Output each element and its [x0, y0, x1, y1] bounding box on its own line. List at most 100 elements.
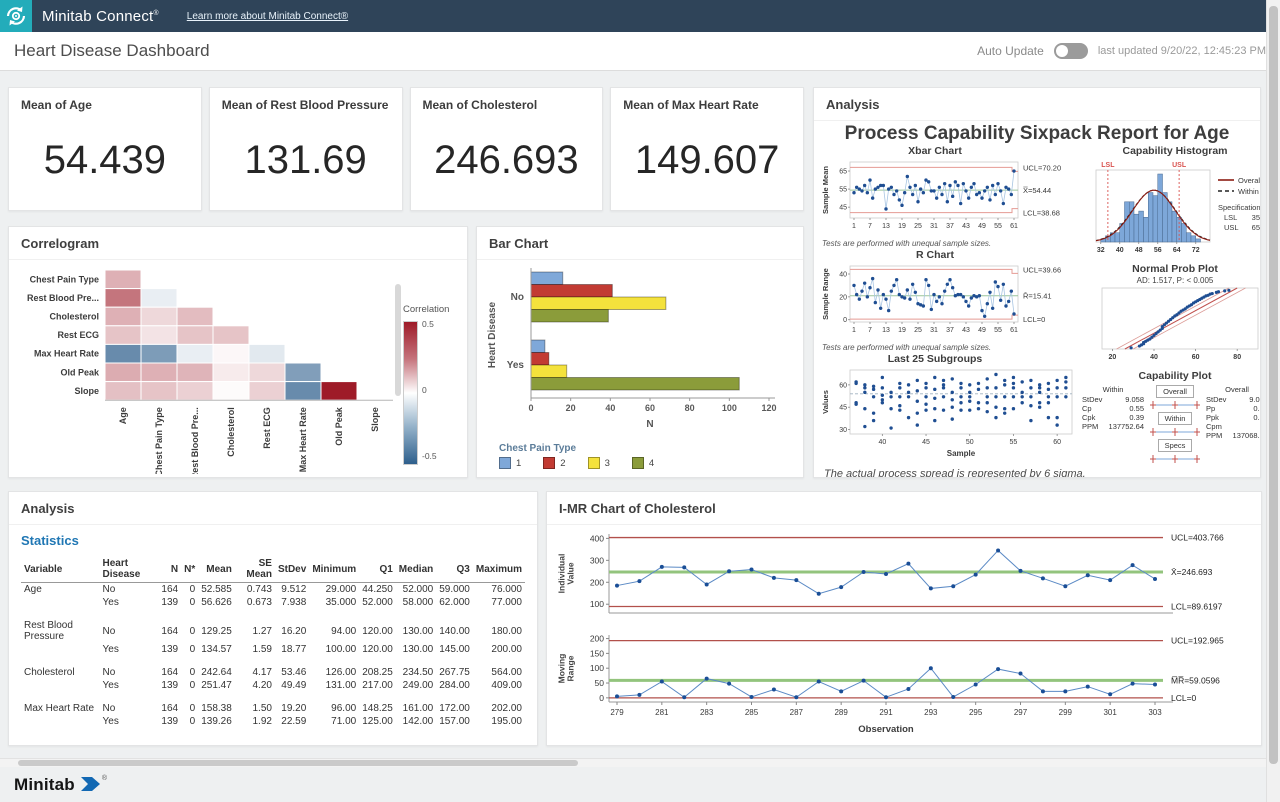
- svg-text:M̅R̅=59.0596: M̅R̅=59.0596: [1171, 675, 1220, 685]
- svg-text:7: 7: [868, 327, 872, 334]
- table-row: Yes1390139.261.9222.5971.00125.00142.001…: [21, 715, 525, 728]
- svg-text:60: 60: [1053, 439, 1061, 446]
- svg-text:20: 20: [839, 294, 847, 301]
- last25-title: Last 25 Subgroups: [820, 353, 1050, 366]
- svg-text:Values: Values: [821, 390, 830, 414]
- svg-text:35: 35: [1252, 213, 1260, 222]
- svg-text:USL: USL: [1224, 223, 1239, 232]
- svg-text:200: 200: [590, 577, 604, 587]
- statistics-table: VariableHeart DiseaseNN*MeanSE MeanStDev…: [21, 556, 525, 728]
- svg-text:Rest Blood Pre...: Rest Blood Pre...: [190, 407, 200, 474]
- svg-text:65: 65: [1252, 223, 1260, 232]
- table-row: Yes1390251.474.2049.49131.00217.00249.00…: [21, 679, 525, 692]
- svg-text:283: 283: [700, 708, 714, 717]
- footer: Minitab ®: [0, 767, 1280, 795]
- correlogram-heatmap: Chest Pain Type Rest Blood Pre... Choleste…: [13, 262, 395, 474]
- svg-text:X̄=246.693: X̄=246.693: [1171, 567, 1213, 577]
- svg-text:64: 64: [1173, 247, 1181, 254]
- last-updated-text: last updated 9/20/22, 12:45:23 PM: [1098, 45, 1266, 57]
- kpi-card-mean-rest-bp: Mean of Rest Blood Pressure 131.69: [209, 87, 403, 211]
- svg-text:48: 48: [1135, 247, 1143, 254]
- capability-histogram-title: Capability Histogram: [1082, 145, 1261, 158]
- page-header: Heart Disease Dashboard Auto Update last…: [0, 32, 1280, 71]
- svg-text:291: 291: [879, 708, 893, 717]
- svg-text:Sample: Sample: [947, 449, 976, 458]
- svg-text:285: 285: [745, 708, 759, 717]
- svg-text:19: 19: [898, 327, 906, 334]
- svg-text:MovingRange: MovingRange: [557, 654, 576, 684]
- r-chart: 0204017131925313743495561Sample RangeUCL…: [820, 262, 1082, 338]
- legend-item: 4: [632, 457, 654, 469]
- svg-text:Old Peak: Old Peak: [334, 406, 344, 446]
- kpi-card-mean-max-hr: Mean of Max Heart Rate 149.607: [610, 87, 804, 211]
- svg-text:400: 400: [590, 533, 604, 543]
- svg-text:65: 65: [839, 169, 847, 176]
- svg-text:60: 60: [1192, 354, 1200, 361]
- kpi-value: 54.439: [21, 138, 189, 183]
- svg-text:31: 31: [930, 223, 938, 230]
- minitab-arrow-icon: [80, 775, 102, 793]
- svg-text:0: 0: [843, 317, 847, 324]
- sixpack-footnote: The actual process spread is represented…: [820, 467, 1254, 478]
- xbar-chart-title: Xbar Chart: [820, 145, 1050, 158]
- kpi-row: Mean of Age 54.439 Mean of Rest Blood Pr…: [8, 87, 804, 211]
- sixpack-title: Process Capability Sixpack Report for Ag…: [820, 123, 1254, 145]
- svg-text:43: 43: [962, 327, 970, 334]
- svg-text:Slope: Slope: [74, 386, 99, 396]
- svg-text:UCL=403.766: UCL=403.766: [1171, 533, 1224, 543]
- svg-text:60: 60: [839, 382, 847, 389]
- svg-text:Within: Within: [1238, 187, 1259, 196]
- kpi-label: Mean of Age: [21, 98, 189, 112]
- h-scroll-thumb[interactable]: [18, 760, 578, 766]
- svg-text:120: 120: [761, 403, 776, 413]
- learn-more-link[interactable]: Learn more about Minitab Connect®: [187, 11, 348, 22]
- last25-subgroups-chart: 3045604045505560SampleValues: [820, 366, 1082, 462]
- minitab-connect-logo-icon: [0, 0, 32, 32]
- svg-text:Chest Pain Type: Chest Pain Type: [154, 407, 164, 474]
- svg-text:25: 25: [914, 327, 922, 334]
- svg-text:200: 200: [590, 634, 604, 644]
- svg-text:43: 43: [962, 223, 970, 230]
- svg-text:45: 45: [922, 439, 930, 446]
- correlogram-scrollbar[interactable]: [395, 284, 401, 396]
- svg-text:100: 100: [590, 599, 604, 609]
- colorbar-gradient: [403, 321, 418, 465]
- svg-text:Cholesterol: Cholesterol: [49, 312, 99, 322]
- capability-plot: WithinStDev9.058Cp0.55Cpk0.39PPM137752.6…: [1082, 385, 1261, 466]
- table-row: AgeNo164052.5850.7439.51229.00044.25052.…: [21, 583, 525, 597]
- v-scroll-thumb[interactable]: [1269, 6, 1278, 764]
- svg-text:301: 301: [1103, 708, 1117, 717]
- svg-text:279: 279: [610, 708, 624, 717]
- top-navbar: Minitab Connect® Learn more about Minita…: [0, 0, 1280, 32]
- kpi-card-mean-cholesterol: Mean of Cholesterol 246.693: [410, 87, 604, 211]
- svg-text:55: 55: [839, 187, 847, 194]
- table-row: Yes139056.6260.6737.93835.00052.00058.00…: [21, 596, 525, 609]
- svg-text:303: 303: [1148, 708, 1162, 717]
- svg-text:Old Peak: Old Peak: [60, 367, 100, 377]
- moving-range-chart: 050100150200MovingRangeUCL=192.965M̅R̅=5…: [553, 630, 1253, 748]
- sixpack-analysis-panel: Analysis Process Capability Sixpack Repo…: [813, 87, 1261, 478]
- horizontal-scrollbar[interactable]: [0, 758, 1280, 767]
- kpi-card-mean-age: Mean of Age 54.439: [8, 87, 202, 211]
- svg-text:Chest Pain Type: Chest Pain Type: [30, 274, 99, 284]
- vertical-scrollbar[interactable]: [1266, 0, 1280, 802]
- svg-text:287: 287: [790, 708, 804, 717]
- svg-text:295: 295: [969, 708, 983, 717]
- normal-prob-plot-subtitle: AD: 1.517, P: < 0.005: [1082, 276, 1261, 285]
- svg-text:100: 100: [590, 663, 604, 673]
- svg-text:37: 37: [946, 327, 954, 334]
- footer-reg-mark: ®: [102, 775, 107, 782]
- svg-text:45: 45: [839, 205, 847, 212]
- svg-text:19: 19: [898, 223, 906, 230]
- svg-text:Age: Age: [118, 407, 128, 424]
- kpi-label: Mean of Cholesterol: [423, 98, 591, 112]
- svg-text:37: 37: [946, 223, 954, 230]
- svg-text:No: No: [511, 292, 524, 303]
- svg-text:0: 0: [599, 693, 604, 703]
- minitab-footer-logo: Minitab: [14, 775, 75, 795]
- svg-text:LCL=89.6197: LCL=89.6197: [1171, 602, 1223, 612]
- auto-update-toggle[interactable]: [1054, 43, 1088, 59]
- table-row: Max Heart RateNo1640158.381.5019.2096.00…: [21, 692, 525, 715]
- svg-text:IndividualValue: IndividualValue: [557, 554, 576, 594]
- svg-text:289: 289: [834, 708, 848, 717]
